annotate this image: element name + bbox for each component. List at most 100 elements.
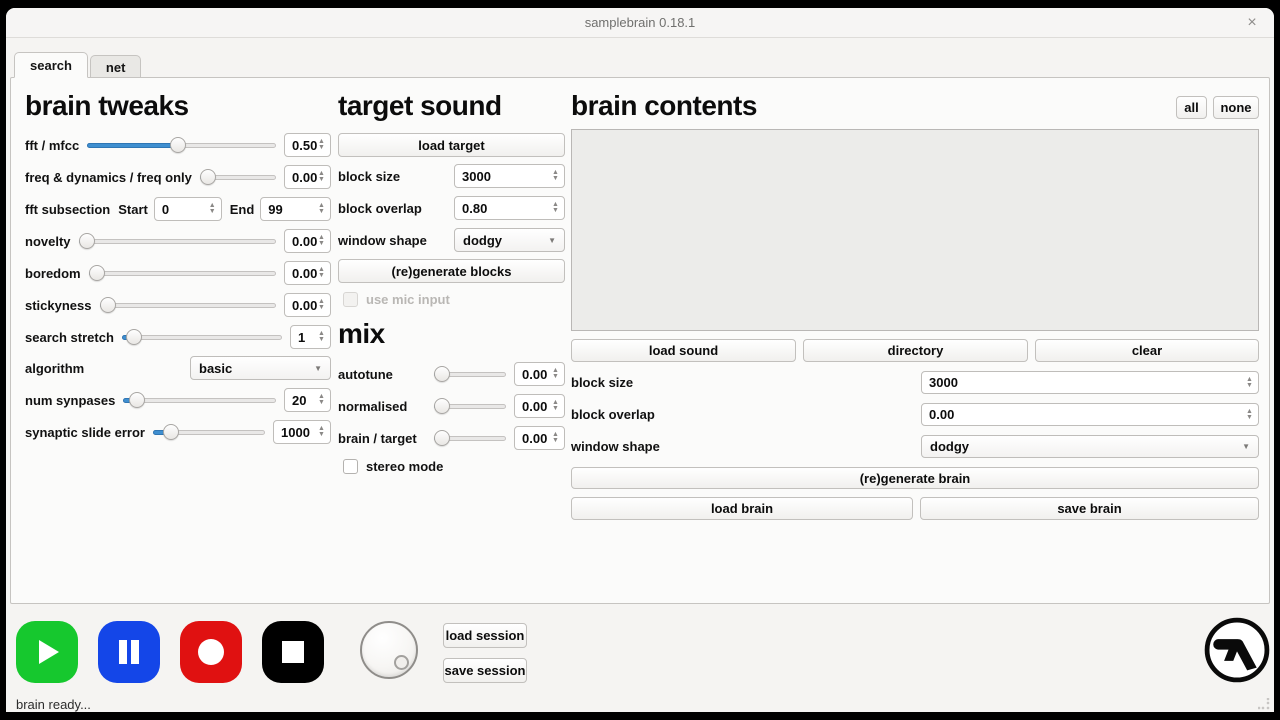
synaptic-slide-error-slider[interactable]: [153, 422, 265, 442]
regenerate-brain-button[interactable]: (re)generate brain: [571, 467, 1259, 489]
titlebar[interactable]: samplebrain 0.18.1 ×: [6, 8, 1274, 38]
brain-block-size-label: block size: [571, 375, 633, 390]
spinner-arrows-icon[interactable]: ▲▼: [316, 390, 327, 410]
close-icon[interactable]: ×: [1242, 13, 1262, 33]
normalised-label: normalised: [338, 399, 426, 414]
slider-handle[interactable]: [79, 233, 95, 249]
slider-handle[interactable]: [170, 137, 186, 153]
slider-handle[interactable]: [434, 398, 450, 414]
tab-net[interactable]: net: [90, 55, 142, 78]
algorithm-dropdown[interactable]: basic ▼: [190, 356, 331, 380]
spinner-arrows-icon[interactable]: ▲▼: [316, 263, 327, 283]
spinner-arrows-icon[interactable]: ▲▼: [550, 428, 561, 448]
spinner-arrows-icon[interactable]: ▲▼: [316, 135, 327, 155]
spinner-arrows-icon[interactable]: ▲▼: [1244, 405, 1255, 424]
tab-search[interactable]: search: [14, 52, 88, 78]
directory-button[interactable]: directory: [803, 339, 1028, 362]
save-session-button[interactable]: save session: [443, 658, 527, 683]
brain-block-overlap-spinbox[interactable]: 0.00 ▲▼: [921, 403, 1259, 426]
select-none-button[interactable]: none: [1213, 96, 1259, 119]
load-session-button[interactable]: load session: [443, 623, 527, 648]
target-sound-heading: target sound: [338, 90, 502, 122]
brain-target-spinbox[interactable]: 0.00 ▲▼: [514, 426, 565, 450]
fft-mfcc-label: fft / mfcc: [25, 138, 79, 153]
slider-handle[interactable]: [100, 297, 116, 313]
clear-button[interactable]: clear: [1035, 339, 1259, 362]
target-window-shape-dropdown[interactable]: dodgy ▼: [454, 228, 565, 252]
brain-block-size-spinbox[interactable]: 3000 ▲▼: [921, 371, 1259, 394]
algorithm-label: algorithm: [25, 361, 84, 376]
freq-dynamics-slider[interactable]: [200, 167, 276, 187]
spin-value: 99: [268, 202, 282, 217]
spinner-arrows-icon[interactable]: ▲▼: [316, 231, 327, 251]
spinner-arrows-icon[interactable]: ▲▼: [550, 364, 561, 384]
fft-mfcc-slider[interactable]: [87, 135, 276, 155]
num-synapses-slider[interactable]: [123, 390, 276, 410]
spinner-arrows-icon[interactable]: ▲▼: [316, 422, 327, 442]
boredom-spinbox[interactable]: 0.00 ▲▼: [284, 261, 331, 285]
select-all-button[interactable]: all: [1176, 96, 1207, 119]
target-block-size-label: block size: [338, 169, 400, 184]
boredom-slider[interactable]: [89, 263, 276, 283]
algorithm-row: algorithm basic ▼: [25, 356, 331, 380]
fft-end-spinbox[interactable]: 99 ▲▼: [260, 197, 331, 221]
use-mic-checkbox[interactable]: [343, 292, 358, 307]
slider-track: [79, 239, 276, 244]
slider-handle[interactable]: [89, 265, 105, 281]
target-block-overlap-spinbox[interactable]: 0.80 ▲▼: [454, 196, 565, 220]
brain-contents-list[interactable]: [571, 129, 1259, 331]
spinner-arrows-icon[interactable]: ▲▼: [207, 199, 218, 219]
slider-handle[interactable]: [163, 424, 179, 440]
brain-tweaks-panel: brain tweaks fft / mfcc 0.50 ▲▼ freq & d…: [25, 78, 331, 598]
normalised-slider[interactable]: [434, 396, 506, 416]
novelty-slider[interactable]: [79, 231, 276, 251]
stickyness-spinbox[interactable]: 0.00 ▲▼: [284, 293, 331, 317]
spin-value: 0.00: [929, 407, 954, 422]
freq-dynamics-spinbox[interactable]: 0.00 ▲▼: [284, 165, 331, 189]
load-target-button[interactable]: load target: [338, 133, 565, 157]
spinner-arrows-icon[interactable]: ▲▼: [316, 327, 327, 347]
volume-dial[interactable]: [360, 621, 418, 679]
spinner-arrows-icon[interactable]: ▲▼: [550, 198, 561, 218]
search-stretch-spinbox[interactable]: 1 ▲▼: [290, 325, 331, 349]
load-sound-button[interactable]: load sound: [571, 339, 796, 362]
normalised-spinbox[interactable]: 0.00 ▲▼: [514, 394, 565, 418]
num-synapses-spinbox[interactable]: 20 ▲▼: [284, 388, 331, 412]
slider-handle[interactable]: [126, 329, 142, 345]
spinner-arrows-icon[interactable]: ▲▼: [316, 295, 327, 315]
mix-heading: mix: [338, 318, 385, 350]
stereo-mode-checkbox[interactable]: [343, 459, 358, 474]
brain-window-shape-dropdown[interactable]: dodgy ▼: [921, 435, 1259, 458]
fft-mfcc-spinbox[interactable]: 0.50 ▲▼: [284, 133, 331, 157]
synaptic-slide-error-spinbox[interactable]: 1000 ▲▼: [273, 420, 331, 444]
spinner-arrows-icon[interactable]: ▲▼: [1244, 373, 1255, 392]
slider-handle[interactable]: [434, 430, 450, 446]
search-stretch-slider[interactable]: [122, 327, 282, 347]
stereo-mode-row: stereo mode: [343, 459, 443, 474]
novelty-spinbox[interactable]: 0.00 ▲▼: [284, 229, 331, 253]
slider-handle[interactable]: [434, 366, 450, 382]
regenerate-blocks-button[interactable]: (re)generate blocks: [338, 259, 565, 283]
load-brain-button[interactable]: load brain: [571, 497, 913, 520]
record-button[interactable]: [180, 621, 242, 683]
spinner-arrows-icon[interactable]: ▲▼: [550, 396, 561, 416]
resize-grip[interactable]: [1258, 698, 1270, 710]
save-brain-button[interactable]: save brain: [920, 497, 1259, 520]
brain-target-slider[interactable]: [434, 428, 506, 448]
brain-block-size-row: block size 3000 ▲▼: [571, 371, 1259, 394]
spinner-arrows-icon[interactable]: ▲▼: [316, 199, 327, 219]
fft-start-spinbox[interactable]: 0 ▲▼: [154, 197, 222, 221]
stop-button[interactable]: [262, 621, 324, 683]
spinner-arrows-icon[interactable]: ▲▼: [316, 167, 327, 187]
chevron-down-icon: ▼: [548, 236, 556, 245]
spinner-arrows-icon[interactable]: ▲▼: [550, 166, 561, 186]
play-button[interactable]: [16, 621, 78, 683]
stickyness-slider[interactable]: [100, 295, 277, 315]
autotune-spinbox[interactable]: 0.00 ▲▼: [514, 362, 565, 386]
slider-handle[interactable]: [200, 169, 216, 185]
target-block-size-spinbox[interactable]: 3000 ▲▼: [454, 164, 565, 188]
spin-value: 0.50: [292, 138, 317, 153]
pause-button[interactable]: [98, 621, 160, 683]
slider-handle[interactable]: [129, 392, 145, 408]
autotune-slider[interactable]: [434, 364, 506, 384]
